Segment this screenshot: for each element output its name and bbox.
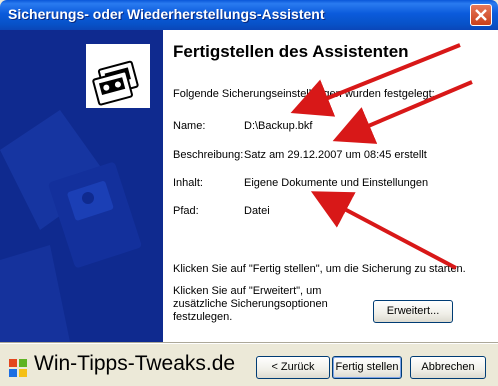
backup-tape-icon (92, 60, 139, 106)
detail-label: Beschreibung: (173, 149, 244, 161)
title-bar[interactable]: Sicherungs- oder Wiederherstellungs-Assi… (0, 0, 498, 30)
windows-flag-icon (9, 359, 27, 377)
finish-button[interactable]: Fertig stellen (332, 356, 402, 379)
advanced-button[interactable]: Erweitert... (373, 300, 453, 323)
back-button[interactable]: < Zurück (256, 356, 330, 379)
watermark-text: Win-Tipps-Tweaks.de (34, 352, 236, 375)
detail-value: Datei (244, 205, 270, 217)
backup-logo (86, 44, 150, 108)
detail-label: Inhalt: (173, 177, 203, 189)
page-title: Fertigstellen des Assistenten (173, 42, 409, 61)
wizard-banner (0, 30, 163, 342)
close-icon (475, 9, 487, 21)
close-button[interactable] (470, 4, 492, 26)
cancel-button[interactable]: Abbrechen (410, 356, 486, 379)
intro-text: Folgende Sicherungseinstellungen wurden … (173, 88, 435, 100)
detail-label: Pfad: (173, 205, 199, 217)
detail-value: D:\Backup.bkf (244, 120, 313, 132)
finish-hint: Klicken Sie auf "Fertig stellen", um die… (173, 263, 466, 275)
wizard-window: Sicherungs- oder Wiederherstellungs-Assi… (0, 0, 498, 386)
window-title: Sicherungs- oder Wiederherstellungs-Assi… (8, 6, 325, 22)
detail-label: Name: (173, 120, 206, 132)
content-panel: Fertigstellen des Assistenten Folgende S… (163, 30, 498, 342)
advanced-hint: Klicken Sie auf "Erweitert", um zusätzli… (173, 285, 328, 323)
detail-value: Satz am 29.12.2007 um 08:45 erstellt (244, 149, 427, 161)
detail-value: Eigene Dokumente und Einstellungen (244, 177, 429, 189)
footer-divider (0, 342, 498, 344)
